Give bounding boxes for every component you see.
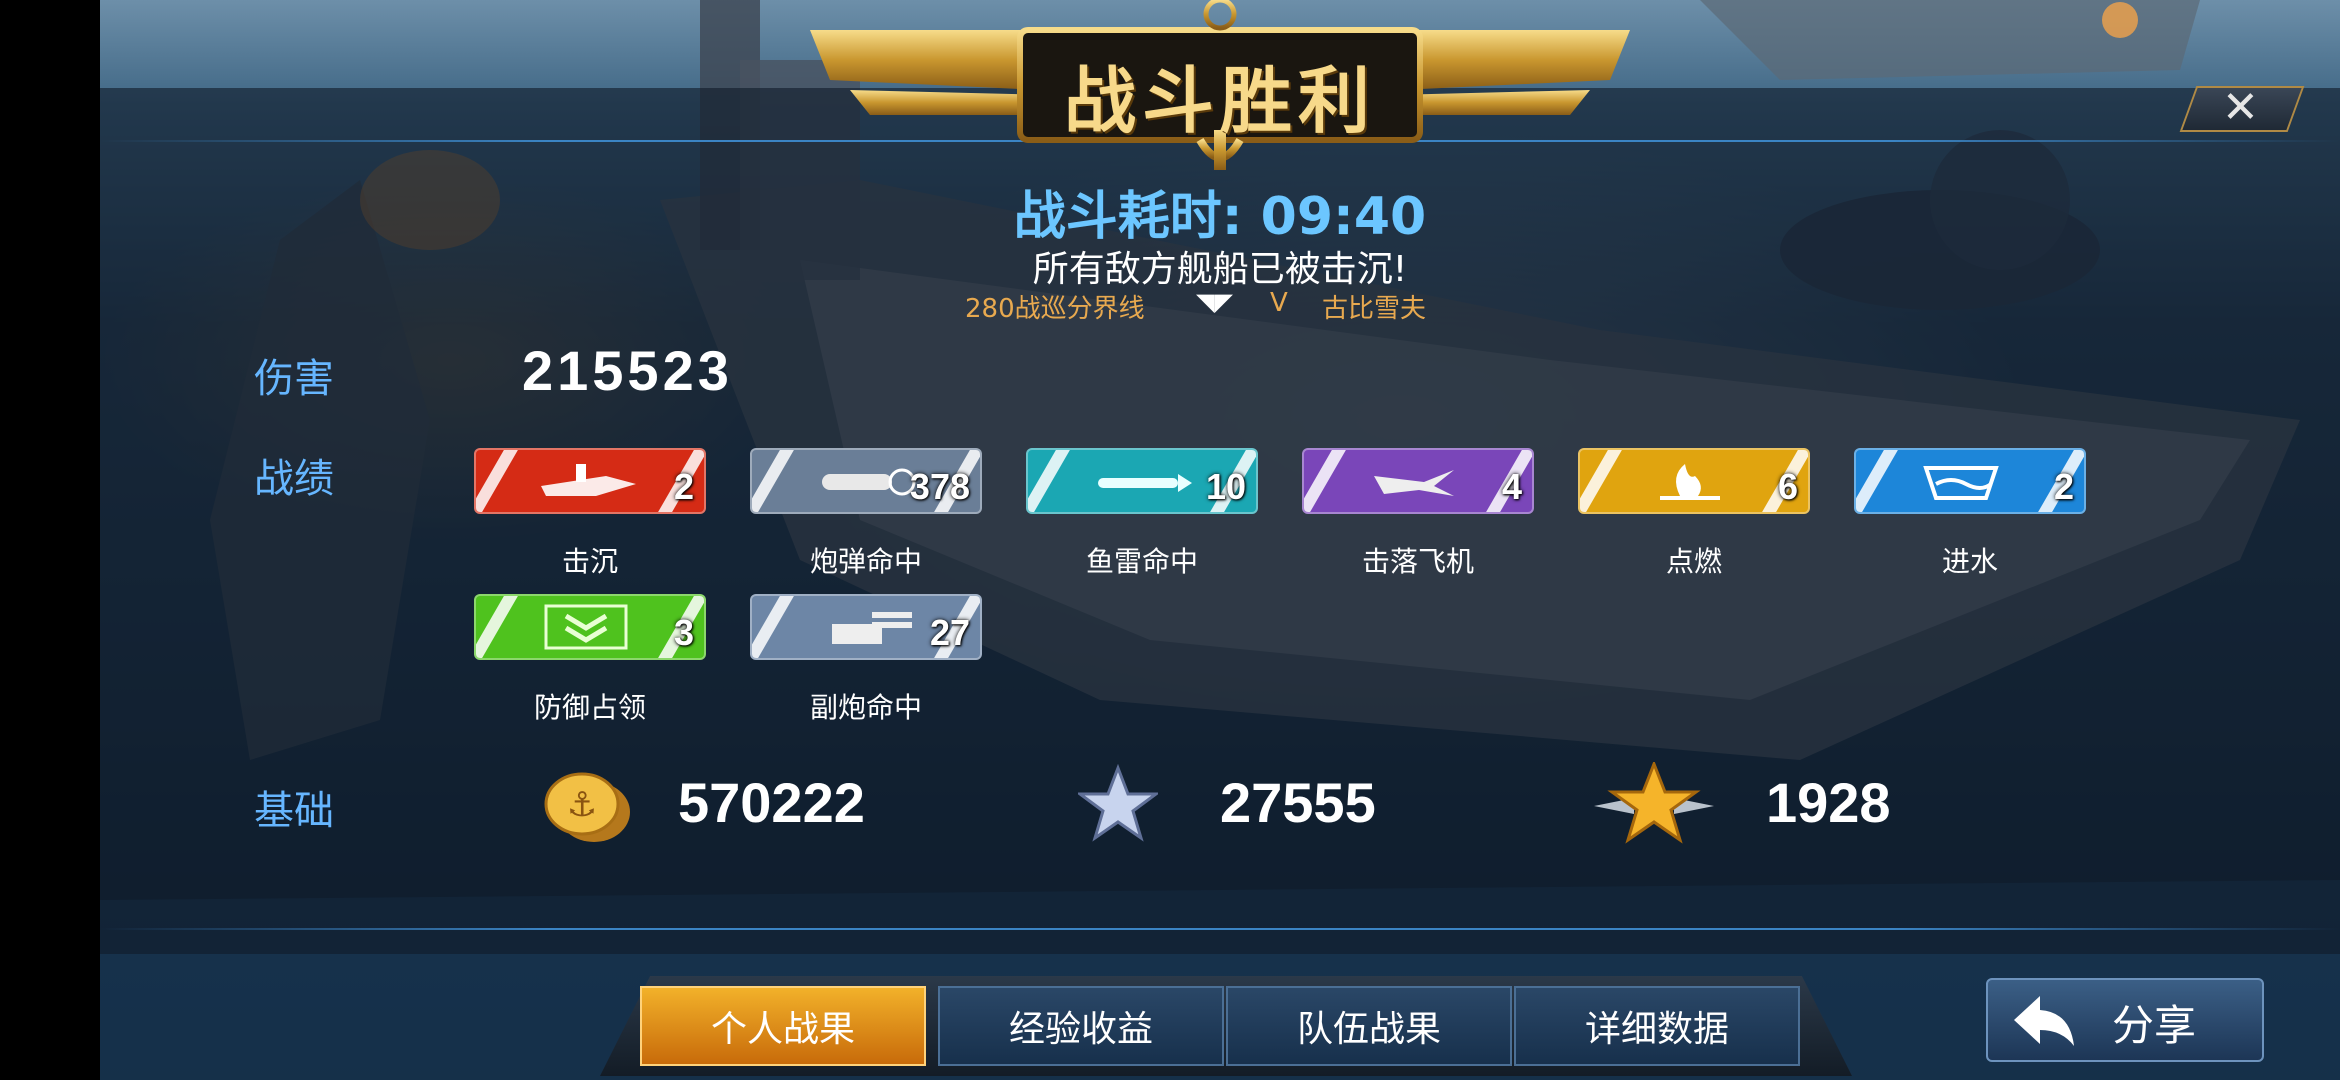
match-icon: ◥◤ bbox=[1196, 288, 1233, 316]
badge-count: 2 bbox=[673, 466, 694, 507]
battle-duration: 战斗耗时: 09:40 bbox=[1013, 187, 1427, 247]
tab-team-results[interactable]: 队伍战果 bbox=[1226, 986, 1512, 1066]
badge-stripe-left bbox=[476, 450, 518, 512]
badge-stripe-left bbox=[1580, 450, 1622, 512]
rank-value: 1928 bbox=[1766, 771, 1891, 834]
badge-count: 2 bbox=[2053, 466, 2074, 507]
record-badge-secondary-gun: 27 bbox=[750, 594, 982, 660]
tab-personal-results[interactable]: 个人战果 bbox=[640, 986, 926, 1066]
svg-text:⚓: ⚓ bbox=[567, 785, 597, 825]
game-screen: 战斗胜利 ✕ 战斗耗时: 09:40 所有敌方舰船已被击沉! 280战巡分界线 … bbox=[0, 0, 2340, 1080]
share-arrow-icon bbox=[2014, 996, 2074, 1046]
badge-stripe-left bbox=[752, 450, 794, 512]
base-label: 基础 bbox=[254, 788, 334, 834]
coin-icon: ⚓ bbox=[544, 772, 630, 842]
tab-experience-gains[interactable]: 经验收益 bbox=[938, 986, 1224, 1066]
rank-star-icon bbox=[1594, 762, 1714, 844]
badge-count: 6 bbox=[1777, 466, 1798, 507]
victory-title: 战斗胜利 bbox=[1063, 59, 1376, 143]
record-badge-plane: 4 bbox=[1302, 448, 1534, 514]
badge-count: 27 bbox=[929, 612, 970, 653]
badge-count: 378 bbox=[909, 466, 970, 507]
share-button[interactable]: 分享 bbox=[1986, 978, 2264, 1062]
record-badge-label: 击落飞机 bbox=[1361, 545, 1474, 578]
record-badge-torpedo: 10 bbox=[1026, 448, 1258, 514]
coin-value: 570222 bbox=[678, 771, 865, 834]
bottom-divider bbox=[100, 928, 2340, 930]
record-badge-label: 防御占领 bbox=[533, 691, 646, 724]
record-badge-ship-sink: 2 bbox=[474, 448, 706, 514]
share-label: 分享 bbox=[2112, 1001, 2197, 1050]
record-badge-label: 击沉 bbox=[561, 545, 618, 578]
star-value: 27555 bbox=[1220, 771, 1376, 834]
record-label: 战绩 bbox=[254, 456, 334, 502]
record-badge-label: 鱼雷命中 bbox=[1085, 545, 1198, 578]
match-versus: V bbox=[1270, 288, 1288, 318]
damage-label: 伤害 bbox=[254, 356, 334, 402]
battle-result-message: 所有敌方舰船已被击沉! bbox=[1032, 249, 1408, 290]
badge-count: 10 bbox=[1205, 466, 1246, 507]
record-badge-label: 进水 bbox=[1941, 545, 1998, 578]
badge-stripe-left bbox=[1304, 450, 1346, 512]
record-badge-shell: 378 bbox=[750, 448, 982, 514]
badge-stripe-left bbox=[752, 596, 794, 658]
badge-stripe-left bbox=[476, 596, 518, 658]
badge-stripe-left bbox=[1856, 450, 1898, 512]
badge-count: 4 bbox=[1501, 466, 1522, 507]
record-badge-fire: 6 bbox=[1578, 448, 1810, 514]
record-badge-label: 点燃 bbox=[1665, 545, 1722, 578]
record-badge-label: 副炮命中 bbox=[809, 691, 922, 724]
damage-value: 215523 bbox=[522, 339, 733, 402]
match-right-name: 古比雪夫 bbox=[1322, 294, 1427, 324]
record-badge-label: 炮弹命中 bbox=[809, 545, 922, 578]
close-icon[interactable]: ✕ bbox=[2222, 82, 2259, 133]
record-badge-flood: 2 bbox=[1854, 448, 2086, 514]
badge-count: 3 bbox=[673, 612, 694, 653]
tab-detailed-data[interactable]: 详细数据 bbox=[1514, 986, 1800, 1066]
badge-stripe-left bbox=[1028, 450, 1070, 512]
star-icon bbox=[1078, 764, 1158, 842]
record-badge-defense-chevron: 3 bbox=[474, 594, 706, 660]
match-left-name: 280战巡分界线 bbox=[965, 294, 1145, 324]
